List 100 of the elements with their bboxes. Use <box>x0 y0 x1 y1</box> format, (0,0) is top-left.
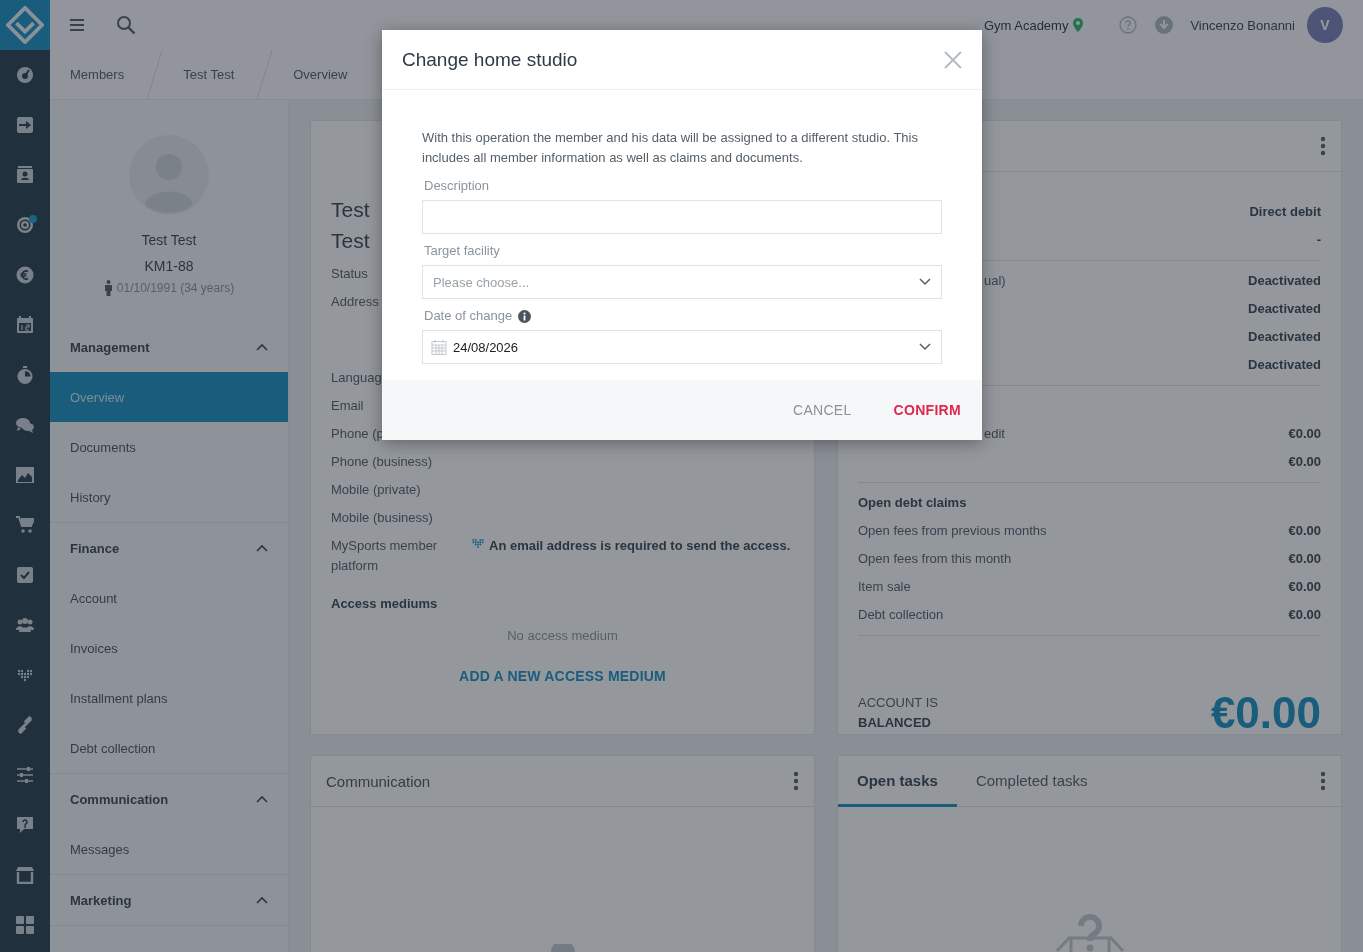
row-label: ual) <box>984 272 1006 290</box>
balance-status: BALANCED <box>858 714 932 732</box>
dialog-description: With this operation the member and his data will be assigned to a different studio. This includes all member information as well as claims and documents. <box>422 129 919 167</box>
chart-icon[interactable] <box>16 466 34 484</box>
nav-item[interactable]: Messages <box>50 824 288 874</box>
row-label: Debt collection <box>858 606 944 624</box>
stopwatch-icon[interactable] <box>16 366 34 384</box>
chat-icon[interactable] <box>16 416 34 434</box>
member-name: Test Test <box>141 231 197 250</box>
nav-item[interactable]: Installment plans <box>50 673 288 723</box>
nav-group-title: Management <box>70 339 150 355</box>
studio-name[interactable]: Gym Academy <box>983 17 1069 33</box>
user-name[interactable]: Vincenzo Bonanni <box>1190 17 1295 33</box>
nav-group-header[interactable]: Marketing <box>50 875 288 925</box>
birth-date: 01/10/1991 (34 years) <box>116 281 235 295</box>
nav-group-title: Finance <box>70 540 120 556</box>
app-logo[interactable] <box>0 0 50 50</box>
dumbbell-icon[interactable] <box>16 716 34 734</box>
tab[interactable]: Completed tasks <box>956 756 1107 807</box>
row-value: Deactivated <box>1248 356 1321 374</box>
store-icon[interactable] <box>16 866 34 884</box>
section-heading: Access mediums <box>331 595 439 613</box>
description-input[interactable] <box>422 200 942 234</box>
nav-item[interactable]: Invoices <box>50 623 288 673</box>
row-value: €0.00 <box>1288 453 1321 471</box>
breadcrumb-link[interactable]: Members <box>50 50 147 99</box>
breadcrumb-link[interactable]: Overview <box>273 50 370 99</box>
last-name: Test <box>331 228 370 254</box>
calendar-icon <box>431 339 447 355</box>
checkbox-icon[interactable] <box>16 566 34 584</box>
info-message: An email address is required to send the access. <box>489 537 791 555</box>
facility-dropdown[interactable]: Please choose... <box>422 265 942 299</box>
field-label: Status <box>331 265 368 283</box>
nav-item[interactable]: Overview <box>50 372 288 422</box>
contact-card-icon[interactable] <box>16 166 34 184</box>
target-icon[interactable] <box>16 216 34 234</box>
euro-icon[interactable] <box>16 266 34 284</box>
date-field[interactable]: 24/08/2026 <box>422 330 942 364</box>
menu-icon[interactable] <box>70 17 86 33</box>
breadcrumb-link[interactable]: Test Test <box>163 50 257 99</box>
field-label: Mobile (business) <box>331 509 433 527</box>
nav-item[interactable]: History <box>50 472 288 522</box>
nav-group-header[interactable]: Management <box>50 322 288 372</box>
person-icon <box>103 280 113 296</box>
row-value: Deactivated <box>1248 272 1321 290</box>
add-access-medium-link[interactable]: ADD A NEW ACCESS MEDIUM <box>459 668 666 684</box>
row-value: €0.00 <box>1288 425 1321 443</box>
info-icon[interactable] <box>518 309 532 323</box>
nav-group-header[interactable]: Finance <box>50 523 288 573</box>
field-label: Phone (business) <box>331 453 433 471</box>
nav-item[interactable]: Debt collection <box>50 723 288 773</box>
field-label: Email <box>331 397 364 415</box>
close-button[interactable] <box>944 50 962 69</box>
row-value: €0.00 <box>1288 522 1321 540</box>
tab[interactable]: Open tasks <box>838 756 957 807</box>
row-label: edit <box>984 425 1005 443</box>
row-value: Deactivated <box>1248 328 1321 346</box>
calendar-icon[interactable] <box>16 316 34 334</box>
row-label: Open fees from previous months <box>858 522 1047 540</box>
more-options-icon[interactable] <box>1320 136 1326 156</box>
row-value: €0.00 <box>1288 578 1321 596</box>
question-bubble-icon[interactable] <box>16 816 34 834</box>
member-id: KM1-88 <box>144 257 194 276</box>
row-value: €0.00 <box>1288 606 1321 624</box>
row-value: Direct debit <box>1249 203 1321 221</box>
nav-group-header[interactable]: Communication <box>50 774 288 824</box>
group-icon[interactable] <box>16 616 34 634</box>
nav-group-title: Communication <box>70 791 169 807</box>
field-label: Date of change <box>424 307 513 325</box>
nav-item[interactable]: Account <box>50 573 288 623</box>
nav-item[interactable]: Documents <box>50 422 288 472</box>
field-label: Address <box>331 293 379 311</box>
field-label: MySports member platform <box>331 537 439 575</box>
field-label: Languag <box>331 369 382 387</box>
grid-icon[interactable] <box>16 916 34 934</box>
card-title: Communication <box>326 772 431 790</box>
dotted-heart-icon <box>471 536 485 550</box>
cart-icon[interactable] <box>16 516 34 534</box>
dialog-title: Change home studio <box>402 48 578 71</box>
field-label: Target facility <box>424 242 500 260</box>
caret-icon <box>919 343 931 351</box>
row-value: €0.00 <box>1288 550 1321 568</box>
field-label: Description <box>424 177 490 195</box>
sliders-icon[interactable] <box>16 766 34 784</box>
search-icon[interactable] <box>116 15 136 35</box>
field-label: Mobile (private) <box>331 481 421 499</box>
row-value: Deactivated <box>1248 300 1321 318</box>
sign-in-icon[interactable] <box>16 116 34 134</box>
cancel-button[interactable]: CANCEL <box>792 402 852 418</box>
section-heading: Open debt claims <box>858 494 968 512</box>
gauge-icon[interactable] <box>16 66 34 84</box>
more-options-icon[interactable] <box>793 771 799 791</box>
balance-caption: ACCOUNT IS <box>858 694 938 712</box>
first-name: Test <box>331 197 370 223</box>
row-label: Item sale <box>858 578 911 596</box>
empty-message: No access medium <box>506 627 619 645</box>
confirm-button[interactable]: CONFIRM <box>893 402 961 418</box>
more-options-icon[interactable] <box>1320 771 1326 791</box>
location-pin-icon <box>1073 18 1084 32</box>
user-avatar[interactable]: V <box>1307 7 1343 43</box>
